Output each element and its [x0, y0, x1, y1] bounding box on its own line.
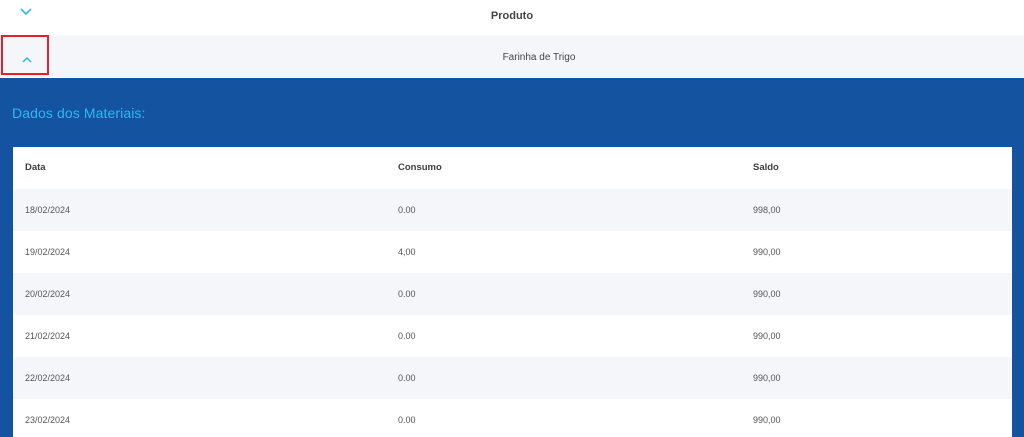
column-header-consumo: Consumo — [398, 162, 442, 173]
cell-data: 23/02/2024 — [25, 415, 71, 425]
cell-consumo: 0.00 — [398, 415, 416, 425]
table-row: 23/02/2024 0.00 990,00 — [13, 399, 1012, 437]
product-name: Farinha de Trigo — [502, 52, 576, 63]
cell-consumo: 0.00 — [398, 289, 416, 299]
cell-consumo: 0.00 — [398, 373, 416, 383]
chevron-up-icon — [22, 56, 32, 63]
cell-saldo: 990,00 — [753, 415, 781, 425]
materials-panel: Dados dos Materiais: Data Consumo Saldo … — [0, 78, 1024, 437]
column-header-data: Data — [25, 162, 46, 173]
cell-saldo: 990,00 — [753, 331, 781, 341]
cell-saldo: 998,00 — [753, 205, 781, 215]
column-header-produto: Produto — [490, 10, 534, 22]
table-row: 18/02/2024 0.00 998,00 — [13, 189, 1012, 231]
table-row: 20/02/2024 0.00 990,00 — [13, 273, 1012, 315]
table-row: 22/02/2024 0.00 990,00 — [13, 357, 1012, 399]
table-row: 21/02/2024 0.00 990,00 — [13, 315, 1012, 357]
materials-table: Data Consumo Saldo 18/02/2024 0.00 998,0… — [13, 147, 1012, 437]
panel-title: Dados dos Materiais: — [12, 105, 146, 121]
cell-data: 21/02/2024 — [25, 331, 71, 341]
cell-saldo: 990,00 — [753, 289, 781, 299]
cell-consumo: 0.00 — [398, 331, 416, 341]
page: Produto Farinha de Trigo Dados dos Mater… — [0, 0, 1024, 437]
cell-data: 18/02/2024 — [25, 205, 71, 215]
cell-saldo: 990,00 — [753, 247, 781, 257]
cell-data: 20/02/2024 — [25, 289, 71, 299]
header-row: Produto — [0, 0, 1024, 34]
cell-data: 22/02/2024 — [25, 373, 71, 383]
cell-consumo: 4,00 — [398, 247, 416, 257]
cell-data: 19/02/2024 — [25, 247, 71, 257]
cell-saldo: 990,00 — [753, 373, 781, 383]
collapse-button[interactable] — [1, 35, 49, 75]
product-row[interactable]: Farinha de Trigo — [0, 35, 1024, 77]
table-row: 19/02/2024 4,00 990,00 — [13, 231, 1012, 273]
table-header-row: Data Consumo Saldo — [13, 147, 1012, 189]
column-header-saldo: Saldo — [753, 162, 779, 173]
cell-consumo: 0.00 — [398, 205, 416, 215]
